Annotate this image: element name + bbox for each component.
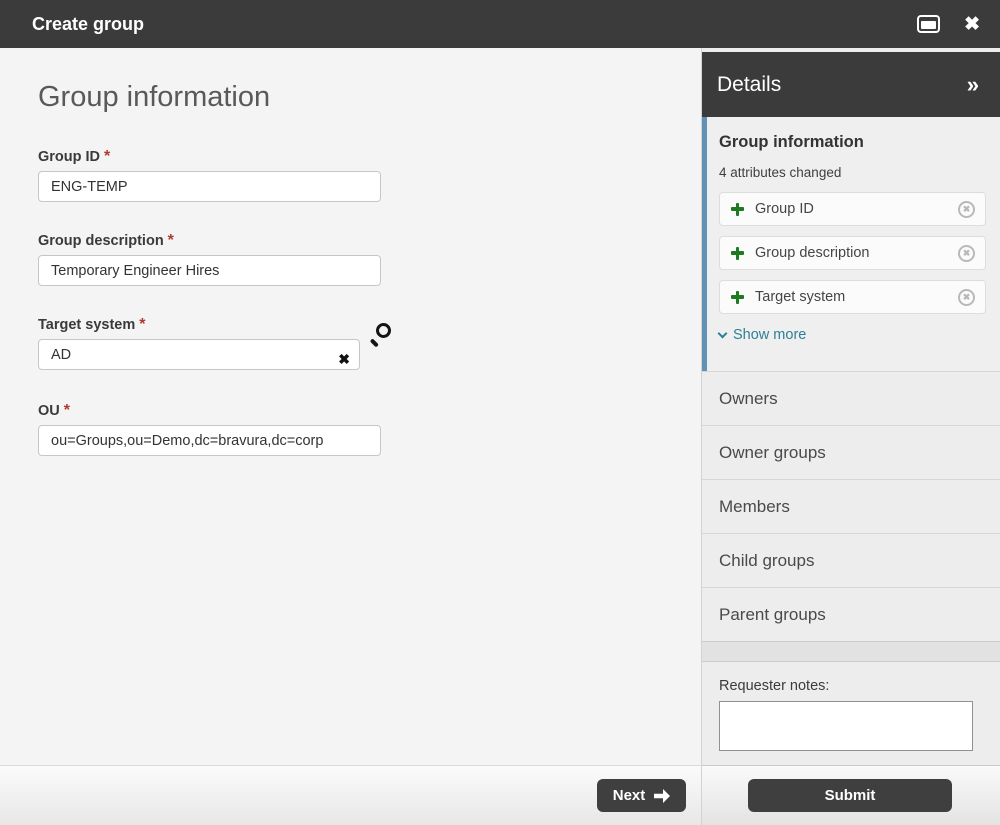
maximize-icon[interactable]	[917, 15, 940, 33]
search-lens	[376, 323, 391, 338]
field-ou: OU*	[38, 402, 381, 456]
field-label-row: OU*	[38, 402, 381, 420]
change-label: Target system	[755, 289, 845, 305]
group-id-label: Group ID	[38, 149, 100, 165]
target-system-lookup: ✖	[38, 339, 360, 370]
sidebar-item-owners[interactable]: Owners	[702, 371, 1000, 425]
submit-button[interactable]: Submit	[748, 779, 952, 812]
attributes-changed-status: 4 attributes changed	[719, 165, 986, 180]
sidebar-item-owner-groups[interactable]: Owner groups	[702, 425, 1000, 479]
ou-label: OU	[38, 403, 60, 419]
section-item-label: Members	[719, 497, 790, 517]
submit-button-label: Submit	[825, 787, 876, 804]
sidebar-item-parent-groups[interactable]: Parent groups	[702, 587, 1000, 641]
plus-icon	[731, 291, 744, 304]
change-card-group-id[interactable]: Group ID ✖	[719, 192, 986, 226]
ou-input[interactable]	[38, 425, 381, 456]
chevron-down-icon	[718, 329, 728, 339]
sidebar-footer: Submit	[702, 765, 1000, 825]
section-item-label: Parent groups	[719, 605, 826, 625]
group-information-section: Group information 4 attributes changed G…	[702, 117, 1000, 371]
page-title: Group information	[38, 81, 270, 114]
section-item-label: Owners	[719, 389, 778, 409]
group-id-input[interactable]	[38, 171, 381, 202]
clear-icon[interactable]: ✖	[338, 352, 350, 366]
plus-icon	[731, 247, 744, 260]
details-header[interactable]: Details »	[702, 52, 1000, 117]
target-system-input[interactable]	[38, 339, 360, 370]
window-title: Create group	[32, 14, 144, 35]
change-cards: Group ID ✖ Group description ✖ Target sy…	[719, 192, 986, 314]
field-group-description: Group description*	[38, 232, 381, 286]
collapse-sidebar-icon[interactable]: »	[967, 72, 979, 98]
change-label: Group ID	[755, 201, 814, 217]
field-label-row: Group ID*	[38, 148, 381, 166]
plus-icon	[731, 203, 744, 216]
target-system-label: Target system	[38, 317, 135, 333]
group-description-label: Group description	[38, 233, 164, 249]
section-item-label: Child groups	[719, 551, 814, 571]
remove-change-icon[interactable]: ✖	[958, 245, 975, 262]
requester-notes-label: Requester notes:	[719, 678, 1000, 694]
search-icon[interactable]	[369, 323, 391, 345]
change-card-group-description[interactable]: Group description ✖	[719, 236, 986, 270]
next-button-label: Next	[613, 787, 646, 804]
sidebar-item-members[interactable]: Members	[702, 479, 1000, 533]
section-list: Owners Owner groups Members Child groups…	[702, 371, 1000, 641]
required-marker: *	[168, 232, 174, 249]
section-title: Group information	[719, 133, 986, 152]
sidebar-item-child-groups[interactable]: Child groups	[702, 533, 1000, 587]
required-marker: *	[64, 402, 70, 419]
required-marker: *	[139, 316, 145, 333]
main-footer: Next	[0, 765, 701, 825]
main-panel: Group information Group ID* Group descri…	[0, 48, 701, 825]
next-button[interactable]: Next	[597, 779, 686, 812]
search-handle	[370, 338, 379, 347]
section-item-label: Owner groups	[719, 443, 826, 463]
change-card-target-system[interactable]: Target system ✖	[719, 280, 986, 314]
requester-notes-textarea[interactable]	[719, 701, 973, 751]
change-label: Group description	[755, 245, 869, 261]
field-group-id: Group ID*	[38, 148, 381, 202]
group-description-input[interactable]	[38, 255, 381, 286]
remove-change-icon[interactable]: ✖	[958, 201, 975, 218]
required-marker: *	[104, 148, 110, 165]
titlebar-actions: ✖	[917, 15, 980, 34]
field-label-row: Target system*	[38, 316, 360, 334]
remove-change-icon[interactable]: ✖	[958, 289, 975, 306]
close-icon[interactable]: ✖	[964, 15, 980, 34]
details-sidebar: Details » Group information 4 attributes…	[701, 48, 1000, 825]
show-more-label: Show more	[733, 327, 806, 343]
titlebar: Create group ✖	[0, 0, 1000, 48]
field-target-system: Target system* ✖	[38, 316, 360, 370]
show-more-link[interactable]: Show more	[719, 327, 986, 343]
arrow-right-icon	[654, 789, 670, 803]
sidebar-spacer	[702, 641, 1000, 662]
create-group-dialog: Create group ✖ Group information Group I…	[0, 0, 1000, 825]
details-title: Details	[717, 73, 781, 97]
field-label-row: Group description*	[38, 232, 381, 250]
requester-notes-area: Requester notes:	[702, 662, 1000, 765]
